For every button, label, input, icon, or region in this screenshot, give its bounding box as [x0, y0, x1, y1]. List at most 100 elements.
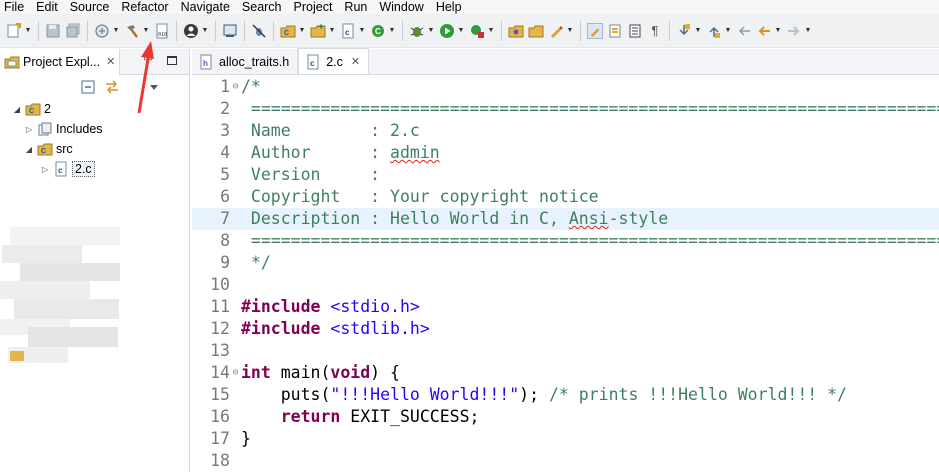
debug-dropdown-arrow[interactable]: ▼ [427, 27, 435, 34]
menu-edit[interactable]: Edit [30, 1, 64, 14]
fold-gutter [230, 318, 241, 340]
person-icon[interactable] [183, 23, 199, 39]
menu-run[interactable]: Run [338, 1, 373, 14]
console-icon[interactable] [222, 23, 238, 39]
code-line: 4 Author : admin [192, 142, 939, 164]
show-whitespace-icon[interactable]: ¶ [647, 23, 663, 39]
menu-source[interactable]: Source [64, 1, 116, 14]
new-folder-icon[interactable] [310, 23, 326, 39]
run-icon[interactable] [439, 23, 455, 39]
external-tools-icon[interactable] [469, 23, 485, 39]
project-folder-icon: C [25, 101, 41, 117]
menu-file[interactable]: File [0, 1, 30, 14]
line-number: 10 [210, 275, 230, 294]
collapsed-twisty-icon[interactable]: ▷ [40, 165, 50, 174]
svg-text:c: c [58, 166, 63, 175]
block-selection-icon[interactable] [627, 23, 643, 39]
no-bug-icon[interactable] [251, 23, 267, 39]
back-icon[interactable] [756, 23, 772, 39]
line-number: 7 [220, 209, 230, 228]
fold-collapse-icon[interactable]: ⊖ [230, 76, 241, 98]
menu-help[interactable]: Help [430, 1, 468, 14]
toolbar-separator [38, 20, 39, 41]
save-icon[interactable] [45, 23, 61, 39]
line-number: 13 [210, 341, 230, 360]
forward-dropdown-arrow[interactable]: ▼ [804, 27, 812, 34]
save-all-icon[interactable] [65, 23, 81, 39]
expanded-twisty-icon[interactable]: ◢ [12, 105, 22, 114]
open-type-icon[interactable] [508, 23, 524, 39]
fold-collapse-icon[interactable]: ⊖ [230, 362, 241, 384]
line-number: 14 [210, 363, 230, 382]
debug-settings-dropdown-arrow[interactable]: ▼ [112, 27, 120, 34]
code-text: } [241, 429, 251, 448]
build-dropdown-arrow[interactable]: ▼ [142, 27, 150, 34]
new-dropdown-arrow[interactable]: ▼ [24, 27, 32, 34]
fold-gutter [230, 296, 241, 318]
line-number: 17 [210, 429, 230, 448]
tab-2-c[interactable]: c 2.c ✕ [298, 48, 370, 74]
search-pen-icon[interactable] [548, 23, 564, 39]
code-content: /* [241, 76, 939, 98]
tree-item-src[interactable]: ◢ C src [0, 139, 189, 159]
code-content [241, 274, 939, 296]
minimize-icon[interactable]: ▭ [141, 53, 155, 67]
search-pen-dropdown-arrow[interactable]: ▼ [566, 27, 574, 34]
close-icon[interactable]: ✕ [351, 55, 360, 68]
menu-project[interactable]: Project [288, 1, 339, 14]
obscured-tree-region [0, 227, 125, 367]
new-c-project-dropdown-arrow[interactable]: ▼ [298, 27, 306, 34]
next-annotation-icon[interactable] [676, 23, 692, 39]
toggle-mark-icon[interactable] [587, 22, 603, 39]
run-dropdown-arrow[interactable]: ▼ [457, 27, 465, 34]
tree-item-2-c[interactable]: ▷ c 2.c [0, 159, 189, 179]
new-source-file-dropdown-arrow[interactable]: ▼ [358, 27, 366, 34]
new-folder-dropdown-arrow[interactable]: ▼ [328, 27, 336, 34]
build-hammer-icon[interactable] [124, 23, 140, 39]
editor-tabbar: h alloc_traits.h c 2.c ✕ [192, 48, 939, 75]
collapse-all-icon[interactable] [80, 79, 96, 95]
new-class-dropdown-arrow[interactable]: ▼ [388, 27, 396, 34]
tree-item-includes[interactable]: ▷ Includes [0, 119, 189, 139]
new-source-file-icon[interactable]: c [340, 23, 356, 39]
forward-icon[interactable] [786, 23, 802, 39]
menu-navigate[interactable]: Navigate [175, 1, 236, 14]
line-number: 1 [220, 77, 230, 96]
link-with-editor-icon[interactable] [104, 79, 120, 95]
debug-icon[interactable] [409, 23, 425, 39]
tab-alloc-traits-h[interactable]: h alloc_traits.h [192, 49, 299, 74]
close-icon[interactable]: ✕ [106, 55, 115, 68]
previous-annotation-icon[interactable] [706, 23, 722, 39]
highlight-icon[interactable] [607, 23, 623, 39]
code-line: 17} [192, 428, 939, 450]
external-tools-dropdown-arrow[interactable]: ▼ [487, 27, 495, 34]
next-annotation-dropdown-arrow[interactable]: ▼ [694, 27, 702, 34]
fold-gutter [230, 428, 241, 450]
open-folder-icon[interactable] [528, 23, 544, 39]
expanded-twisty-icon[interactable]: ◢ [24, 145, 34, 154]
line-number: 12 [210, 319, 230, 338]
menu-refactor[interactable]: Refactor [115, 1, 174, 14]
back-dropdown-arrow[interactable]: ▼ [774, 27, 782, 34]
menu-search[interactable]: Search [236, 1, 288, 14]
new-class-icon[interactable]: C [370, 23, 386, 39]
person-dropdown-arrow[interactable]: ▼ [201, 27, 209, 34]
code-content: */ [241, 252, 939, 274]
code-editor[interactable]: 1 ⊖/* 2 ==================================… [192, 76, 939, 472]
last-edit-icon[interactable] [736, 23, 752, 39]
new-c-project-icon[interactable]: C [280, 23, 296, 39]
view-menu-icon[interactable] [146, 79, 162, 95]
debug-settings-icon[interactable] [94, 23, 110, 39]
tab-project-explorer[interactable]: Project Expl... ✕ [0, 48, 121, 75]
toolbar-separator [669, 20, 670, 41]
line-number: 18 [210, 451, 230, 470]
tree-item-project-2[interactable]: ◢ C 2 [0, 99, 189, 119]
collapsed-twisty-icon[interactable]: ▷ [24, 125, 34, 134]
new-icon[interactable] [6, 22, 22, 39]
tree-item-label: 2.c [72, 161, 95, 177]
previous-annotation-dropdown-arrow[interactable]: ▼ [724, 27, 732, 34]
svg-text:c: c [345, 28, 350, 37]
maximize-icon[interactable] [167, 56, 177, 65]
binary-icon[interactable]: 010 [154, 23, 170, 39]
menu-window[interactable]: Window [373, 1, 429, 14]
